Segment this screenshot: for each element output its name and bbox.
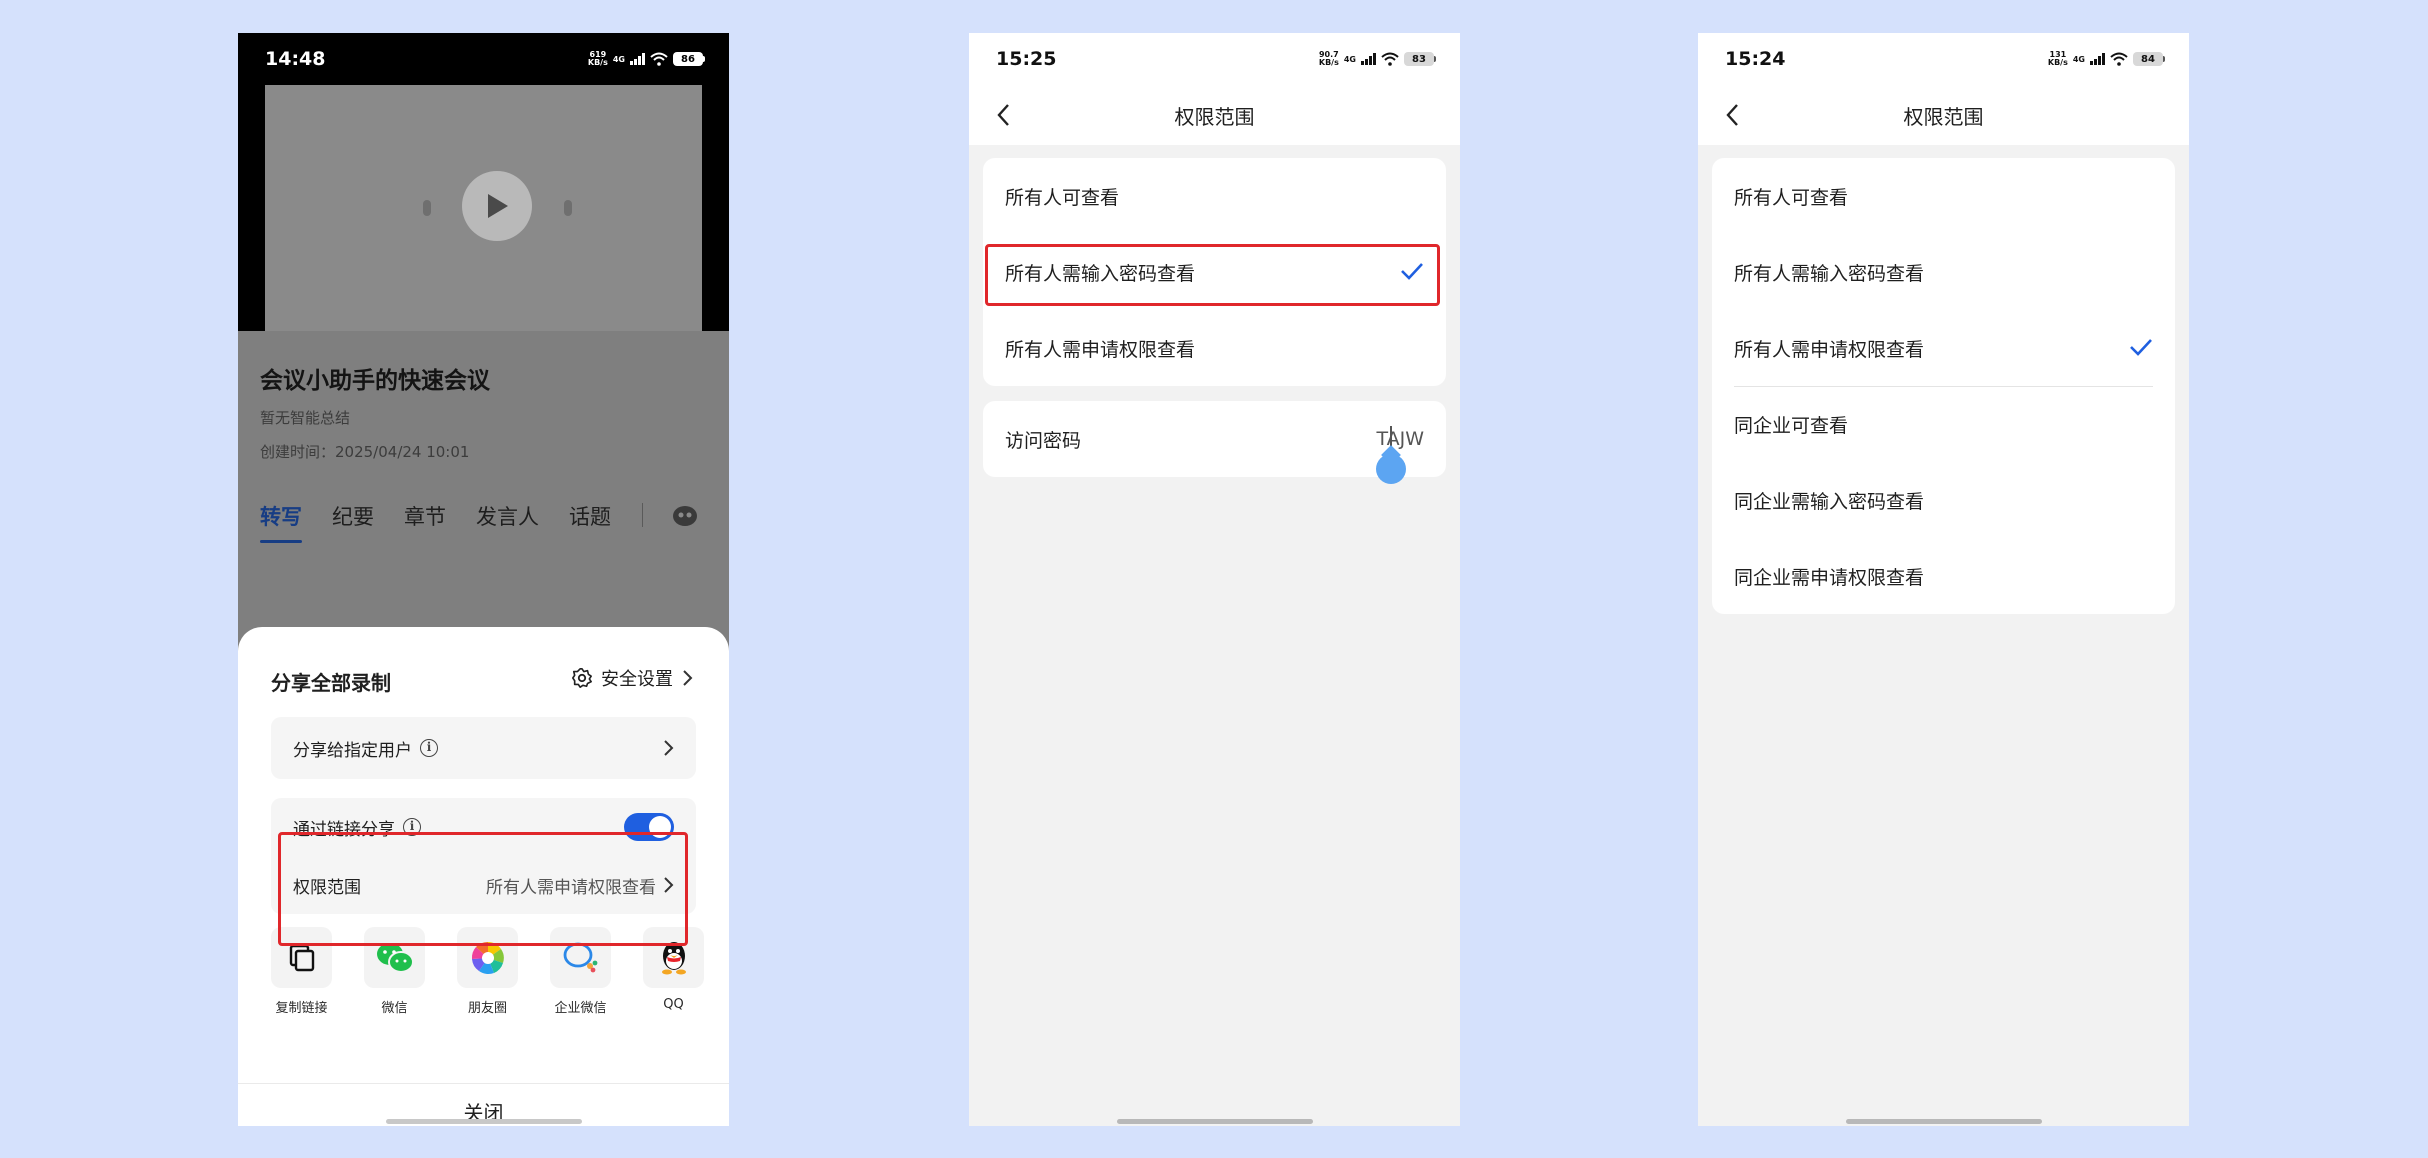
option-item[interactable]: 同企业需输入密码查看	[1712, 462, 2175, 538]
home-indicator[interactable]	[386, 1119, 582, 1124]
detail-tabs: 转写 纪要 章节 发言人 话题	[260, 501, 611, 543]
battery-icon: 83	[1404, 52, 1436, 66]
wifi-icon	[2110, 52, 2128, 66]
option-item[interactable]: 所有人可查看	[1712, 158, 2175, 234]
meeting-created-time: 创建时间：2025/04/24 10:01	[260, 443, 470, 461]
network-type: 4G	[2072, 54, 2085, 64]
network-speed: 619 KB/s	[587, 50, 608, 67]
chevron-left-icon	[997, 104, 1009, 126]
share-to-user-row[interactable]: 分享给指定用户 i	[271, 717, 696, 779]
option-item[interactable]: 所有人需申请权限查看	[1712, 310, 2175, 386]
video-player[interactable]	[238, 85, 729, 331]
chevron-left-icon	[1726, 104, 1738, 126]
network-type: 4G	[1343, 54, 1356, 64]
status-icons: 131 KB/s 4G 84	[2048, 51, 2165, 67]
wifi-icon	[1381, 52, 1399, 66]
phone-permission-scope: 15:24 131 KB/s 4G 84 权限范围 所有人可查看 所有人需输入密码…	[1698, 33, 2189, 1126]
status-icons: 619 KB/s 4G 86	[588, 51, 705, 67]
status-icons: 90.7 KB/s 4G 83	[1319, 51, 1436, 67]
highlight-box	[278, 832, 688, 946]
status-time: 15:24	[1725, 48, 1786, 70]
tab-divider	[642, 503, 643, 527]
tab-topics[interactable]: 话题	[569, 501, 611, 531]
access-password-input[interactable]: TAJW	[1376, 428, 1424, 450]
option-item[interactable]: 同企业可查看	[1712, 386, 2175, 462]
page-title: 权限范围	[1174, 104, 1255, 129]
battery-icon: 86	[673, 52, 705, 66]
play-button[interactable]	[462, 171, 532, 241]
tab-speakers[interactable]: 发言人	[476, 501, 539, 531]
sheet-title: 分享全部录制	[271, 671, 391, 695]
option-item[interactable]: 所有人需申请权限查看	[983, 310, 1446, 386]
highlight-box	[985, 244, 1440, 306]
cursor-handle[interactable]	[1376, 454, 1406, 484]
ai-assistant-icon[interactable]	[671, 503, 699, 527]
access-password-label: 访问密码	[1005, 429, 1082, 452]
signal-icon	[1361, 53, 1376, 65]
mic-icon	[423, 200, 431, 216]
copy-icon	[289, 944, 314, 971]
nav-bar: 权限范围	[1698, 85, 2189, 145]
signal-icon	[2090, 53, 2105, 65]
checkmark-icon	[2130, 339, 2152, 356]
mic-icon	[564, 200, 572, 216]
option-item[interactable]: 所有人可查看	[983, 158, 1446, 234]
tab-chapters[interactable]: 章节	[404, 501, 446, 531]
home-indicator[interactable]	[1846, 1119, 2042, 1124]
network-speed: 131 KB/s	[2047, 50, 2068, 67]
tab-minutes[interactable]: 纪要	[332, 501, 374, 531]
info-icon[interactable]: i	[420, 739, 438, 757]
status-time: 15:25	[996, 48, 1057, 70]
meeting-title: 会议小助手的快速会议	[260, 368, 490, 394]
play-icon	[488, 194, 508, 218]
tab-transcript[interactable]: 转写	[260, 501, 302, 543]
chevron-right-icon	[683, 670, 693, 686]
share-to-user-label: 分享给指定用户	[293, 740, 412, 761]
option-item[interactable]: 所有人需输入密码查看	[1712, 234, 2175, 310]
status-bar: 15:24 131 KB/s 4G 84	[1698, 33, 2189, 85]
status-bar: 15:25 90.7 KB/s 4G 83	[969, 33, 1460, 85]
back-button[interactable]	[1718, 101, 1746, 129]
status-time: 14:48	[265, 48, 326, 70]
network-speed: 90.7 KB/s	[1318, 50, 1339, 67]
home-indicator[interactable]	[1117, 1119, 1313, 1124]
nav-bar: 权限范围	[969, 85, 1460, 145]
security-settings-label: 安全设置	[601, 669, 673, 690]
chevron-right-icon	[664, 740, 674, 756]
permission-options-list: 所有人可查看 所有人需输入密码查看 所有人需申请权限查看 同企业可查看 同企业需…	[1712, 158, 2175, 614]
phone-permission-password: 15:25 90.7 KB/s 4G 83 权限范围 所有人可查看 所有人需输入密…	[969, 33, 1460, 1126]
battery-icon: 84	[2133, 52, 2165, 66]
page-title: 权限范围	[1903, 104, 1984, 129]
phone-share-sheet: 14:48 619 KB/s 4G 86 会议小助手的快速会议 暂无智能总结 创建…	[238, 33, 729, 1126]
signal-icon	[630, 53, 645, 65]
video-thumbnail	[265, 85, 702, 331]
wifi-icon	[650, 52, 668, 66]
security-settings-link[interactable]: 安全设置	[571, 665, 693, 691]
option-item[interactable]: 同企业需申请权限查看	[1712, 538, 2175, 614]
back-button[interactable]	[989, 101, 1017, 129]
status-bar: 14:48 619 KB/s 4G 86	[238, 33, 729, 85]
meeting-summary: 暂无智能总结	[260, 409, 351, 427]
network-type: 4G	[612, 54, 625, 64]
gear-icon	[572, 668, 592, 688]
